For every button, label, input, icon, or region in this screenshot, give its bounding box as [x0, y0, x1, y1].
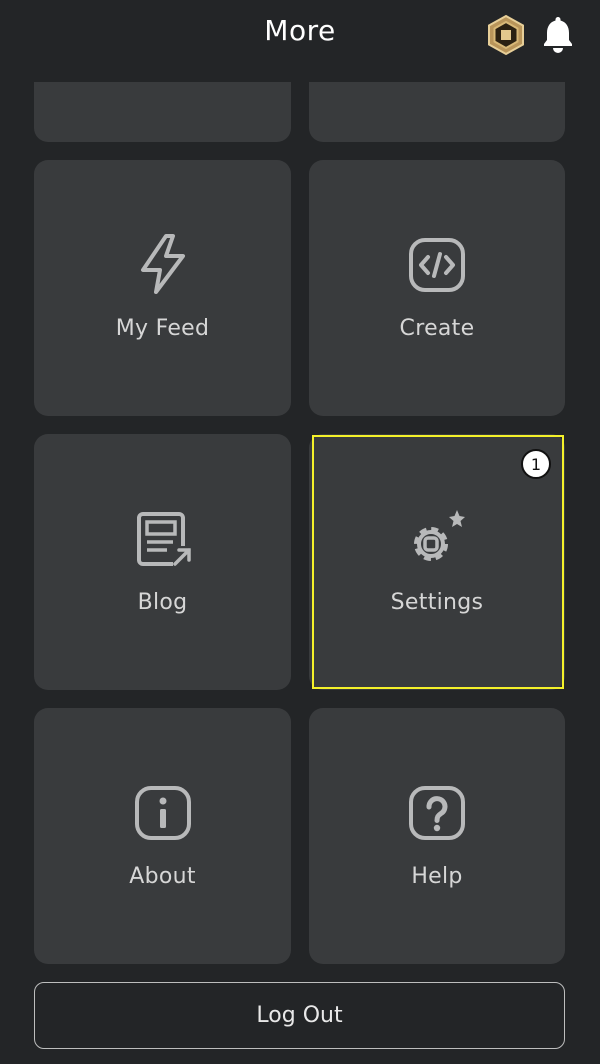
create-label: Create — [399, 316, 475, 341]
question-icon — [409, 786, 465, 840]
robux-button[interactable] — [485, 14, 527, 56]
create-tile[interactable]: Create — [309, 160, 565, 416]
blog-article-icon — [136, 512, 191, 566]
menu-tile-partial-right[interactable] — [309, 82, 565, 142]
info-icon — [134, 786, 191, 840]
gear-icon — [414, 510, 465, 561]
robux-hexagon-icon — [488, 14, 524, 56]
help-tile[interactable]: Help — [309, 708, 565, 964]
blog-label: Blog — [137, 590, 188, 615]
step-number-badge: 1 — [521, 449, 551, 479]
notifications-button[interactable] — [540, 14, 576, 54]
code-brackets-icon — [409, 238, 465, 292]
about-tile[interactable]: About — [34, 708, 291, 964]
my-feed-label: My Feed — [115, 316, 210, 341]
bell-icon — [544, 17, 572, 53]
top-bar: More — [0, 0, 600, 82]
lightning-icon — [140, 234, 185, 294]
menu-tile-partial-left[interactable] — [34, 82, 291, 142]
log-out-button[interactable]: Log Out — [34, 982, 565, 1049]
settings-label: Settings — [390, 590, 484, 615]
blog-tile[interactable]: Blog — [34, 434, 291, 690]
help-label: Help — [411, 864, 463, 889]
about-label: About — [129, 864, 196, 889]
my-feed-tile[interactable]: My Feed — [34, 160, 291, 416]
